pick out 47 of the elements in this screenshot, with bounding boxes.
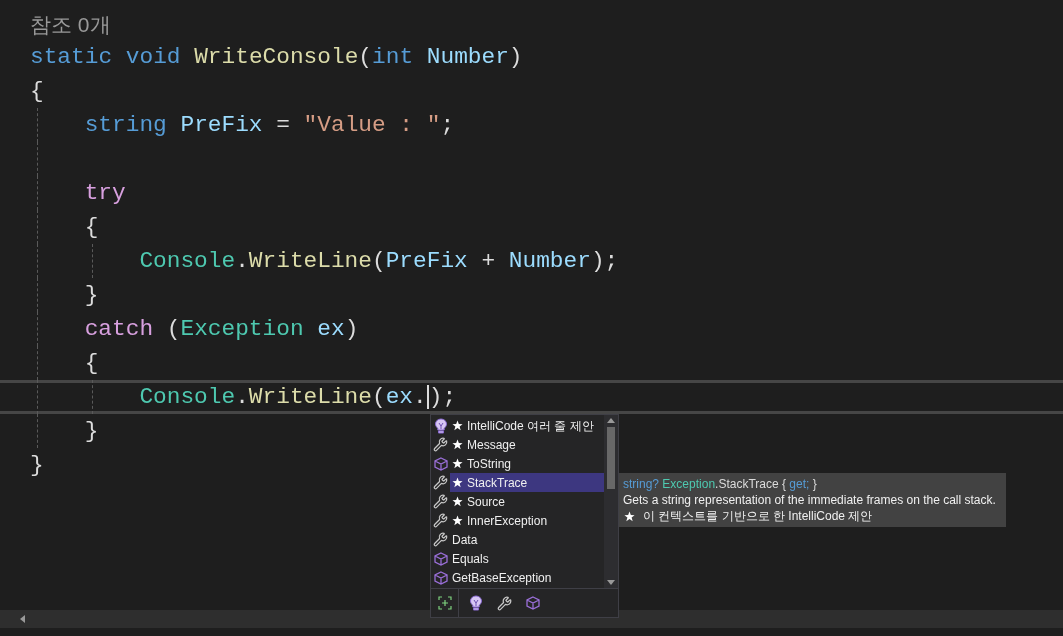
wrench-icon (433, 437, 448, 452)
cube-icon (433, 551, 448, 566)
code-line: } (84, 417, 99, 445)
wrench-icon (433, 475, 448, 490)
lightbulb-icon (469, 595, 483, 611)
completion-item[interactable]: Message (431, 435, 604, 454)
member-description: Gets a string representation of the immediate frames on the call stack. (623, 492, 996, 508)
scroll-left-icon[interactable] (20, 615, 25, 623)
scroll-down-icon[interactable] (607, 580, 615, 585)
star-icon (624, 510, 635, 522)
code-line: { (84, 349, 99, 377)
reference-count[interactable]: 참조 0개 (30, 10, 111, 40)
wrench-icon (433, 494, 448, 509)
code-line: } (30, 451, 44, 479)
lightbulb-icon (433, 417, 448, 434)
code-line: try (84, 179, 126, 207)
completion-item[interactable]: GetBaseException (431, 568, 604, 587)
filter-button[interactable] (469, 595, 483, 611)
completion-item[interactable]: ToString (431, 454, 604, 473)
code-line: static void WriteConsole(int Number) (30, 43, 523, 71)
intellicode-note: 이 컨텍스트를 기반으로 한 IntelliCode 제안 (643, 508, 873, 524)
cube-icon (433, 456, 448, 471)
filter-button[interactable] (497, 595, 512, 611)
completion-item[interactable]: IntelliCode 여러 줄 제안 (431, 416, 604, 435)
completion-item[interactable]: Data (431, 530, 604, 549)
expand-icon (437, 596, 452, 610)
wrench-icon (497, 595, 512, 611)
cube-icon (526, 596, 540, 610)
wrench-icon (433, 532, 448, 547)
wrench-icon (433, 513, 448, 528)
member-signature: string? Exception.StackTrace { get; } (623, 476, 817, 492)
horizontal-scrollbar[interactable] (0, 610, 1063, 628)
code-line: catch (Exception ex) (84, 315, 359, 343)
scroll-thumb[interactable] (607, 427, 615, 489)
scroll-up-icon[interactable] (607, 418, 615, 423)
code-line: Console.WriteLine(ex.); (139, 383, 457, 411)
completion-item[interactable]: Source (431, 492, 604, 511)
code-line: } (84, 281, 99, 309)
completion-item[interactable]: Equals (431, 549, 604, 568)
scrollbar[interactable] (604, 415, 618, 588)
code-line: { (84, 213, 99, 241)
cube-icon (433, 570, 448, 585)
code-line: string PreFix = "Value : "; (84, 111, 455, 139)
completion-item[interactable]: InnerException (431, 511, 604, 530)
filter-button[interactable] (526, 596, 540, 610)
code-line: { (30, 77, 44, 105)
code-line: Console.WriteLine(PreFix + Number); (139, 247, 619, 275)
